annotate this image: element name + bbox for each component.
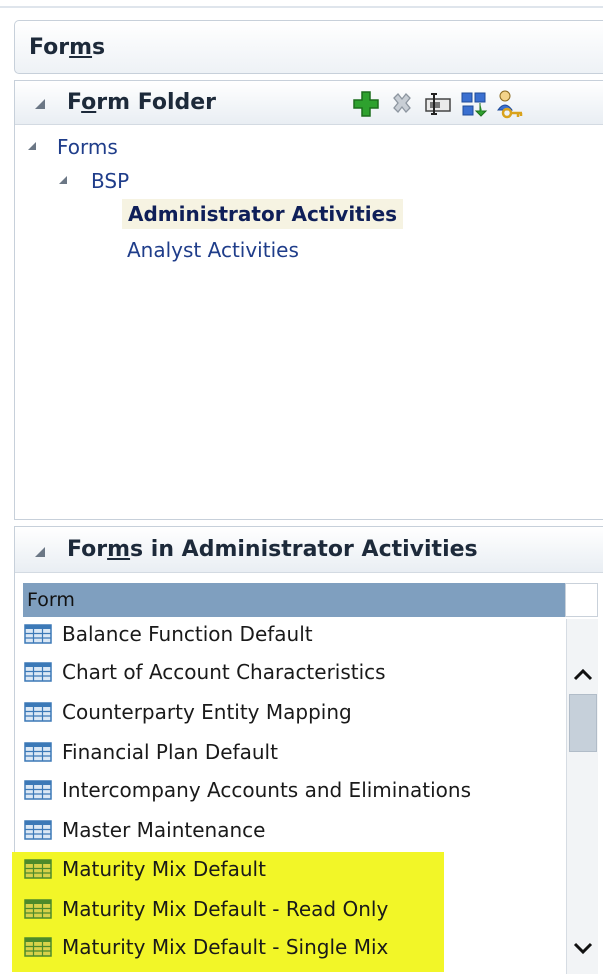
- tree-node-analyst-activities[interactable]: Analyst Activities: [127, 238, 299, 262]
- list-item[interactable]: Maturity Mix Default: [22, 850, 266, 888]
- move-folder-button[interactable]: [459, 88, 489, 120]
- rename-folder-button[interactable]: [423, 88, 453, 120]
- list-item[interactable]: Balance Function Default: [22, 615, 313, 653]
- list-item-label: Maturity Mix Default - Single Mix: [62, 935, 389, 959]
- form-grid-icon: [24, 859, 52, 879]
- collapse-triangle-icon[interactable]: [35, 99, 45, 109]
- forms-header: Forms: [14, 20, 603, 74]
- scroll-thumb[interactable]: [569, 694, 597, 752]
- rename-icon: [425, 93, 451, 115]
- add-icon: [353, 91, 379, 117]
- list-item[interactable]: Master Maintenance: [22, 811, 265, 849]
- form-folder-panel: Form Folder Forms BSP Administrator Acti…: [14, 80, 603, 520]
- scroll-down-button[interactable]: [567, 932, 599, 964]
- grid-header-corner: [565, 583, 598, 617]
- list-item[interactable]: Financial Plan Default: [22, 733, 278, 771]
- list-item[interactable]: Maturity Mix Default - Single Mix: [22, 928, 388, 966]
- delete-folder-button[interactable]: [387, 88, 417, 120]
- form-grid-icon: [24, 702, 52, 722]
- form-grid-icon: [24, 624, 52, 644]
- collapse-triangle-icon[interactable]: [35, 547, 45, 557]
- form-grid-icon: [24, 662, 52, 682]
- vertical-scrollbar[interactable]: [566, 619, 598, 974]
- form-grid-icon: [24, 742, 52, 762]
- list-item-label: Balance Function Default: [62, 622, 313, 646]
- chevron-down-icon: [573, 942, 593, 955]
- chevron-up-icon: [573, 668, 593, 681]
- list-item-label: Counterparty Entity Mapping: [62, 700, 352, 724]
- forms-list-title: Forms in Administrator Activities: [67, 537, 478, 562]
- delete-icon: [393, 93, 411, 113]
- tree-node-administrator-activities[interactable]: Administrator Activities: [122, 199, 404, 229]
- tree-node-forms[interactable]: Forms: [57, 135, 118, 159]
- list-item-label: Intercompany Accounts and Eliminations: [62, 778, 472, 802]
- list-item-label: Maturity Mix Default: [62, 857, 266, 881]
- folder-toolbar: [351, 86, 525, 122]
- move-icon: [461, 92, 488, 117]
- list-item[interactable]: Intercompany Accounts and Eliminations: [22, 771, 471, 809]
- form-grid-icon: [24, 820, 52, 840]
- list-item[interactable]: Chart of Account Characteristics: [22, 653, 386, 691]
- form-folder-header[interactable]: Form Folder: [15, 81, 603, 125]
- scroll-up-button[interactable]: [567, 659, 599, 691]
- list-item-label: Master Maintenance: [62, 818, 266, 842]
- forms-title: Forms: [29, 35, 106, 60]
- add-folder-button[interactable]: [351, 88, 381, 120]
- form-grid-icon: [24, 899, 52, 919]
- top-divider: [0, 6, 603, 8]
- form-grid-icon: [24, 937, 52, 957]
- list-item-label: Maturity Mix Default - Read Only: [62, 897, 389, 921]
- form-grid-icon: [24, 780, 52, 800]
- tree-expand-bsp-icon[interactable]: [59, 176, 67, 184]
- list-item[interactable]: Maturity Mix Default - Read Only: [22, 890, 388, 928]
- form-folder-title: Form Folder: [67, 90, 217, 115]
- assign-access-button[interactable]: [495, 88, 525, 120]
- list-item-label: Chart of Account Characteristics: [62, 660, 386, 684]
- forms-list-header[interactable]: Forms in Administrator Activities: [15, 527, 603, 573]
- assign-access-icon: [497, 90, 523, 119]
- column-header-form[interactable]: Form: [23, 583, 565, 617]
- tree-expand-forms-icon[interactable]: [28, 142, 36, 150]
- list-item[interactable]: Counterparty Entity Mapping: [22, 693, 352, 731]
- tree-node-bsp[interactable]: BSP: [91, 169, 129, 193]
- list-item-label: Financial Plan Default: [62, 740, 278, 764]
